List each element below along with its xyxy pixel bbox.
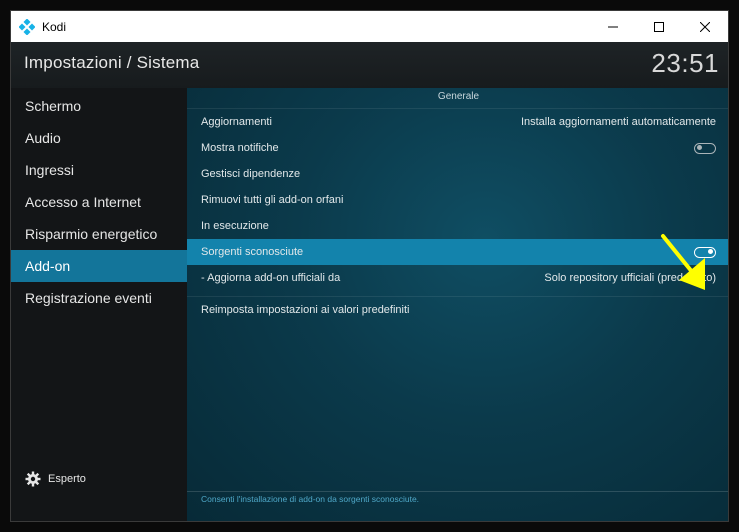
setting-row-aggiornamenti[interactable]: Aggiornamenti Installa aggiornamenti aut…: [187, 109, 728, 135]
minimize-button[interactable]: [590, 11, 636, 42]
maximize-icon: [654, 21, 664, 32]
help-text: Consenti l'installazione di add-on da so…: [187, 491, 728, 521]
close-button[interactable]: [682, 11, 728, 42]
sidebar-item-schermo[interactable]: Schermo: [11, 90, 187, 122]
title-bar: Kodi: [11, 11, 728, 42]
setting-row-in-esecuzione[interactable]: In esecuzione: [187, 213, 728, 239]
clock: 23:51: [651, 48, 719, 78]
sidebar-item-audio[interactable]: Audio: [11, 122, 187, 154]
setting-label: - Aggiorna add-on ufficiali da: [201, 272, 341, 284]
close-icon: [700, 21, 710, 32]
toggle-switch-off[interactable]: [694, 142, 716, 154]
maximize-button[interactable]: [636, 11, 682, 42]
window-controls: [590, 11, 728, 42]
setting-row-reimposta-predefiniti[interactable]: Reimposta impostazioni ai valori predefi…: [187, 297, 728, 323]
setting-row-aggiorna-add-on-ufficiali[interactable]: - Aggiorna add-on ufficiali da Solo repo…: [187, 265, 728, 291]
setting-row-gestisci-dipendenze[interactable]: Gestisci dipendenze: [187, 161, 728, 187]
kodi-window: Kodi Impostazioni / Sistema 23:51 Scherm…: [10, 10, 729, 522]
sidebar-item-risparmio-energetico[interactable]: Risparmio energetico: [11, 218, 187, 250]
window-title: Kodi: [42, 19, 67, 34]
section-header: Generale: [187, 88, 728, 109]
setting-label: Reimposta impostazioni ai valori predefi…: [201, 304, 410, 316]
page-title: Impostazioni / Sistema: [24, 53, 200, 72]
sidebar-item-add-on[interactable]: Add-on: [11, 250, 187, 282]
kodi-logo-icon: [19, 18, 35, 35]
gear-icon: [25, 471, 41, 487]
minimize-icon: [608, 26, 618, 27]
settings-sidebar: Schermo Audio Ingressi Accesso a Interne…: [11, 88, 187, 521]
setting-label: Sorgenti sconosciute: [201, 246, 304, 258]
settings-level-button[interactable]: Esperto: [25, 471, 86, 487]
setting-row-mostra-notifiche[interactable]: Mostra notifiche: [187, 135, 728, 161]
setting-label: Rimuovi tutti gli add-on orfani: [201, 194, 344, 206]
annotation-arrow-icon: [661, 234, 705, 290]
settings-content: Generale Aggiornamenti Installa aggiorna…: [187, 88, 728, 521]
page-header: Impostazioni / Sistema 23:51: [11, 42, 728, 88]
sidebar-item-registrazione-eventi[interactable]: Registrazione eventi: [11, 282, 187, 314]
setting-row-sorgenti-sconosciute[interactable]: Sorgenti sconosciute: [187, 239, 728, 265]
setting-label: Gestisci dipendenze: [201, 168, 301, 180]
setting-row-rimuovi-orfani[interactable]: Rimuovi tutti gli add-on orfani: [187, 187, 728, 213]
sidebar-item-accesso-internet[interactable]: Accesso a Internet: [11, 186, 187, 218]
settings-level-label: Esperto: [48, 473, 86, 485]
kodi-app: Impostazioni / Sistema 23:51 Schermo Aud…: [11, 42, 728, 521]
setting-label: Mostra notifiche: [201, 142, 279, 154]
setting-label: In esecuzione: [201, 220, 269, 232]
sidebar-item-ingressi[interactable]: Ingressi: [11, 154, 187, 186]
setting-label: Aggiornamenti: [201, 116, 272, 128]
toggle-knob: [697, 145, 702, 150]
setting-value: Installa aggiornamenti automaticamente: [520, 116, 716, 128]
